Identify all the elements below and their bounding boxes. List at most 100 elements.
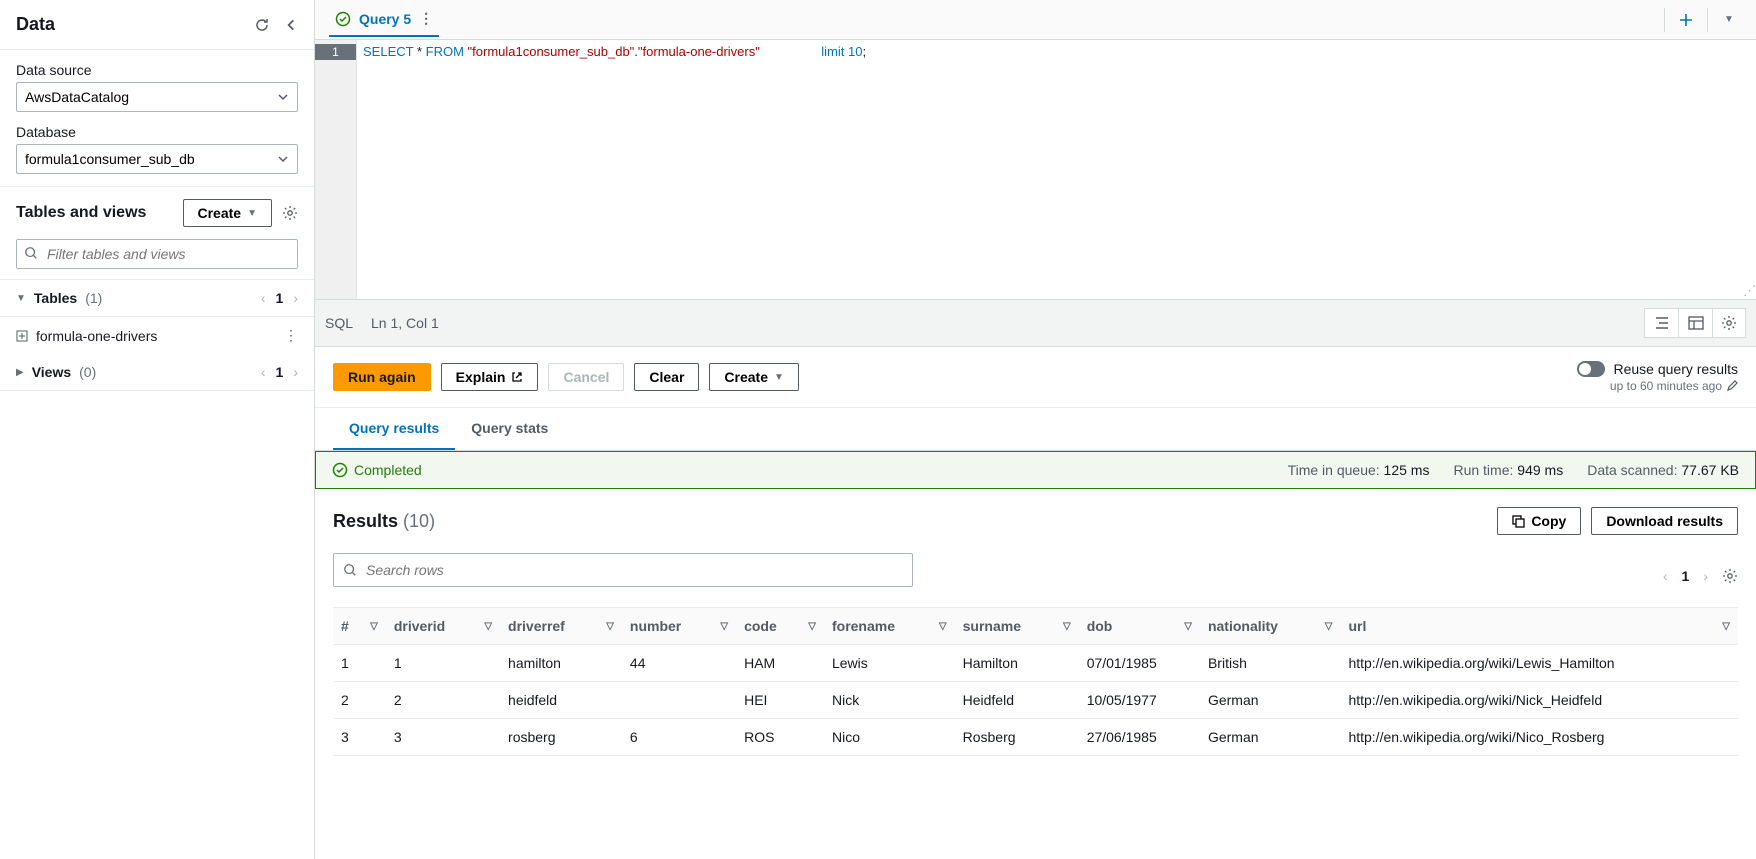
chevron-right-icon[interactable]: › bbox=[293, 364, 298, 380]
results-header: Results (10) Copy Download results bbox=[315, 489, 1756, 553]
settings-button[interactable] bbox=[1712, 308, 1746, 338]
table-cell: rosberg bbox=[500, 719, 622, 756]
filter-icon[interactable]: ▽ bbox=[370, 621, 378, 632]
column-header[interactable]: #▽ bbox=[333, 608, 386, 645]
table-cell: 2 bbox=[333, 682, 386, 719]
table-cell: 3 bbox=[386, 719, 500, 756]
table-cell: 27/06/1985 bbox=[1079, 719, 1200, 756]
table-cell: ROS bbox=[736, 719, 824, 756]
column-header[interactable]: nationality▽ bbox=[1200, 608, 1340, 645]
column-header[interactable]: number▽ bbox=[622, 608, 736, 645]
editor-content[interactable]: SELECT * FROM "formula1consumer_sub_db".… bbox=[357, 40, 1756, 299]
chevron-down-icon: ▼ bbox=[247, 208, 257, 219]
filter-icon[interactable]: ▽ bbox=[484, 621, 492, 632]
download-results-button[interactable]: Download results bbox=[1591, 507, 1738, 535]
gear-icon[interactable] bbox=[1722, 568, 1738, 584]
column-header[interactable]: surname▽ bbox=[955, 608, 1079, 645]
run-again-button[interactable]: Run again bbox=[333, 363, 431, 391]
table-row[interactable]: 33rosberg6ROSNicoRosberg27/06/1985German… bbox=[333, 719, 1738, 756]
next-page-icon[interactable]: › bbox=[1703, 568, 1708, 584]
page-number: 1 bbox=[1682, 568, 1690, 584]
clear-button[interactable]: Clear bbox=[634, 363, 699, 391]
filter-icon[interactable]: ▽ bbox=[1722, 621, 1730, 632]
tab-query-5[interactable]: Query 5 ⋮ bbox=[329, 2, 439, 37]
resize-handle-icon[interactable]: ⋰ bbox=[1743, 283, 1756, 299]
tables-views-title: Tables and views bbox=[16, 204, 146, 222]
table-cell bbox=[622, 682, 736, 719]
query-status-strip: Completed Time in queue: 125 ms Run time… bbox=[315, 451, 1756, 489]
tab-menu-button[interactable]: ▼ bbox=[1712, 3, 1746, 37]
filter-icon[interactable]: ▽ bbox=[808, 621, 816, 632]
column-header[interactable]: driverid▽ bbox=[386, 608, 500, 645]
tab-query-results[interactable]: Query results bbox=[333, 408, 455, 450]
search-rows-input[interactable] bbox=[333, 553, 913, 587]
chevron-down-icon: ▼ bbox=[16, 293, 26, 304]
table-cell: 44 bbox=[622, 645, 736, 682]
format-button[interactable] bbox=[1644, 308, 1678, 338]
copy-button[interactable]: Copy bbox=[1497, 507, 1581, 535]
column-header[interactable]: driverref▽ bbox=[500, 608, 622, 645]
more-icon[interactable]: ⋮ bbox=[284, 327, 298, 344]
check-icon bbox=[335, 11, 351, 27]
sql-editor[interactable]: 1 SELECT * FROM "formula1consumer_sub_db… bbox=[315, 40, 1756, 300]
column-header[interactable]: code▽ bbox=[736, 608, 824, 645]
sidebar-header: Data bbox=[0, 0, 314, 50]
table-item[interactable]: formula-one-drivers ⋮ bbox=[0, 317, 314, 354]
table-cell: 3 bbox=[333, 719, 386, 756]
cancel-button: Cancel bbox=[548, 363, 624, 391]
results-tabs: Query results Query stats bbox=[315, 408, 1756, 451]
table-cell: Nick bbox=[824, 682, 955, 719]
refresh-icon[interactable] bbox=[254, 17, 270, 33]
table-cell: 6 bbox=[622, 719, 736, 756]
table-cell: German bbox=[1200, 719, 1340, 756]
table-cell: 1 bbox=[333, 645, 386, 682]
editor-gutter: 1 bbox=[315, 40, 357, 299]
gear-icon[interactable] bbox=[282, 205, 298, 221]
explain-button[interactable]: Explain bbox=[441, 363, 539, 391]
filter-icon[interactable]: ▽ bbox=[1184, 621, 1192, 632]
add-tab-button[interactable] bbox=[1669, 3, 1703, 37]
chevron-left-icon[interactable]: ‹ bbox=[261, 364, 266, 380]
filter-icon[interactable]: ▽ bbox=[720, 621, 728, 632]
chevron-left-icon[interactable]: ‹ bbox=[261, 290, 266, 306]
views-category[interactable]: ▶ Views (0) ‹ 1 › bbox=[0, 354, 314, 391]
tab-query-stats[interactable]: Query stats bbox=[455, 408, 564, 450]
filter-tables-input[interactable] bbox=[16, 239, 298, 269]
results-table: #▽driverid▽driverref▽number▽code▽forenam… bbox=[333, 607, 1738, 756]
filter-icon[interactable]: ▽ bbox=[1325, 621, 1333, 632]
table-row[interactable]: 11hamilton44HAMLewisHamilton07/01/1985Br… bbox=[333, 645, 1738, 682]
table-cell: Lewis bbox=[824, 645, 955, 682]
edit-icon[interactable] bbox=[1726, 380, 1738, 392]
database-label: Database bbox=[16, 124, 298, 140]
table-cell: heidfeld bbox=[500, 682, 622, 719]
chevron-right-icon: ▶ bbox=[16, 367, 24, 378]
chevron-right-icon[interactable]: › bbox=[293, 290, 298, 306]
more-icon[interactable]: ⋮ bbox=[419, 10, 433, 27]
collapse-icon[interactable] bbox=[284, 18, 298, 32]
filter-icon[interactable]: ▽ bbox=[606, 621, 614, 632]
pagination: ‹ 1 › bbox=[1663, 568, 1738, 584]
filter-icon[interactable]: ▽ bbox=[1063, 621, 1071, 632]
table-cell: hamilton bbox=[500, 645, 622, 682]
column-header[interactable]: url▽ bbox=[1340, 608, 1738, 645]
expand-icon[interactable] bbox=[16, 330, 28, 342]
tables-views-header: Tables and views Create▼ bbox=[0, 186, 314, 239]
search-icon bbox=[24, 246, 38, 260]
prev-page-icon[interactable]: ‹ bbox=[1663, 568, 1668, 584]
create-button[interactable]: Create▼ bbox=[183, 199, 273, 227]
external-link-icon bbox=[511, 371, 523, 383]
column-header[interactable]: dob▽ bbox=[1079, 608, 1200, 645]
data-source-select[interactable]: AwsDataCatalog bbox=[16, 82, 298, 112]
check-icon bbox=[332, 462, 348, 478]
create-query-button[interactable]: Create▼ bbox=[709, 363, 799, 391]
table-cell: http://en.wikipedia.org/wiki/Nico_Rosber… bbox=[1340, 719, 1738, 756]
filter-icon[interactable]: ▽ bbox=[939, 621, 947, 632]
reuse-toggle[interactable] bbox=[1577, 361, 1605, 377]
table-row[interactable]: 22heidfeldHEINickHeidfeld10/05/1977Germa… bbox=[333, 682, 1738, 719]
layout-button[interactable] bbox=[1678, 308, 1712, 338]
column-header[interactable]: forename▽ bbox=[824, 608, 955, 645]
database-select[interactable]: formula1consumer_sub_db bbox=[16, 144, 298, 174]
tables-category[interactable]: ▼ Tables (1) ‹ 1 › bbox=[0, 279, 314, 317]
main-panel: Query 5 ⋮ ▼ 1 SELECT * FROM "formula1con… bbox=[315, 0, 1756, 859]
table-cell: 1 bbox=[386, 645, 500, 682]
